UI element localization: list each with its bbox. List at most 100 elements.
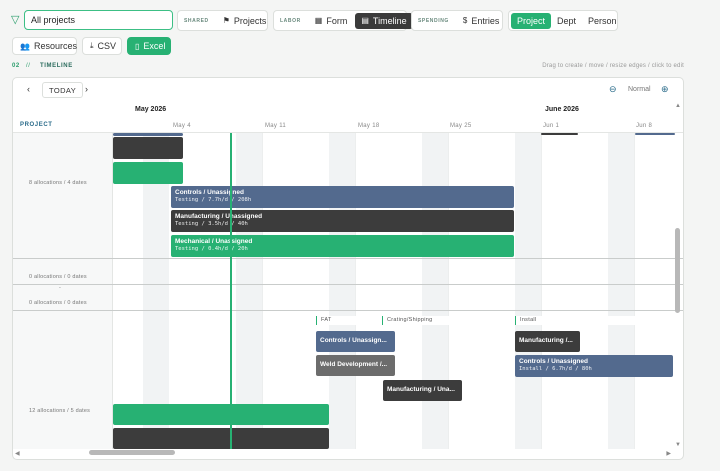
today-button[interactable]: TODAY	[42, 82, 84, 98]
horizontal-scroll-thumb[interactable]	[89, 450, 175, 455]
today-indicator	[230, 133, 232, 449]
week-label: Jun 8	[636, 123, 653, 129]
group-person-button[interactable]: Person	[582, 13, 623, 29]
section-title: TIMELINE	[40, 63, 73, 69]
week-divider	[262, 133, 263, 449]
allocation-bar[interactable]: Weld Development /...	[316, 355, 395, 376]
allocation-bar[interactable]	[113, 162, 183, 184]
section-number: 02	[12, 63, 20, 69]
milestone-marker[interactable]: FAT	[316, 316, 380, 325]
filter-icon[interactable]: ▽	[11, 14, 23, 26]
row-summary: 8 allocations / 4 dates	[29, 180, 87, 186]
allocation-bar[interactable]: Manufacturing /...	[515, 331, 580, 352]
allocation-bar[interactable]: Mechanical / Unassigned Testing / 0.4h/d…	[171, 235, 514, 257]
vertical-scrollbar[interactable]: ▲ ▼	[675, 103, 681, 448]
bar-title: Controls / Unassign...	[320, 337, 387, 344]
entries-button[interactable]: $ Entries	[457, 13, 505, 29]
week-label: May 4	[173, 123, 191, 129]
horizontal-scrollbar[interactable]: ◀ ▶	[13, 447, 683, 459]
top-toolbar: ▽ All projects SHARED ⚑ Projects LABOR ▦ F…	[0, 0, 720, 72]
bar-title: Manufacturing / Una...	[387, 386, 455, 393]
section-hint: Drag to create / move / resize edges / c…	[542, 63, 684, 69]
spending-group: SPENDING $ Entries	[411, 10, 503, 31]
zoom-out-icon[interactable]: ⊖	[609, 84, 617, 95]
allocation-bar[interactable]	[113, 137, 183, 159]
timeline-toolbar: ‹ TODAY › ⊖ Normal ⊕	[13, 78, 683, 103]
flag-icon: ⚑	[222, 16, 230, 25]
group-dept-button[interactable]: Dept	[551, 13, 582, 29]
project-filter-input[interactable]: All projects	[24, 10, 173, 30]
column-header: PROJECT May 4 May 11 May 18 May 25 Jun 1…	[13, 117, 683, 133]
milestone-marker[interactable]: Install	[515, 316, 675, 325]
group-project-button[interactable]: Project	[511, 12, 552, 29]
week-divider	[634, 133, 635, 449]
form-button[interactable]: ▦ Form	[309, 13, 354, 29]
bar-detail: Testing / 0.4h/d / 20h	[175, 246, 248, 252]
row-summary: -	[59, 285, 62, 291]
next-button[interactable]: ›	[85, 84, 88, 94]
allocation-bar[interactable]	[635, 133, 675, 135]
allocation-bar[interactable]: Controls / Unassign...	[316, 331, 395, 352]
timeline-label: Timeline	[372, 15, 407, 26]
scroll-left-icon[interactable]: ◀	[15, 450, 20, 457]
prev-button[interactable]: ‹	[27, 84, 30, 94]
spending-label: SPENDING	[418, 17, 449, 24]
row-summary: 0 allocations / 0 dates	[29, 300, 87, 306]
form-label: Form	[326, 15, 348, 26]
zoom-level: Normal	[628, 86, 651, 93]
allocation-bar[interactable]	[113, 404, 329, 425]
excel-button[interactable]: ▯ Excel	[127, 37, 171, 55]
file-icon: ▯	[135, 41, 140, 51]
scroll-up-icon[interactable]: ▲	[675, 103, 681, 109]
allocation-bar[interactable]	[541, 133, 578, 135]
projects-button[interactable]: ⚑ Projects	[217, 13, 273, 29]
scroll-down-icon[interactable]: ▼	[675, 442, 681, 448]
month-label: May 2026	[135, 106, 167, 113]
csv-button[interactable]: ⤓ CSV	[82, 37, 122, 55]
row-divider	[13, 284, 683, 285]
csv-label: CSV	[97, 41, 117, 51]
entries-label: Entries	[471, 15, 500, 26]
dollar-icon: $	[462, 16, 468, 25]
week-divider	[448, 133, 449, 449]
labor-group: LABOR ▦ Form ▤ Timeline	[273, 10, 413, 31]
timeline-button[interactable]: ▤ Timeline	[355, 12, 413, 29]
bar-title: Controls / Unassigned	[519, 358, 588, 365]
timeline-grid[interactable]: 8 allocations / 4 dates 0 allocations / …	[13, 133, 683, 449]
shared-group: SHARED ⚑ Projects	[177, 10, 268, 31]
labor-label: LABOR	[280, 17, 301, 24]
row-divider	[13, 258, 683, 259]
week-divider	[541, 133, 542, 449]
weekend-stripe	[515, 133, 541, 449]
week-label: May 18	[358, 123, 380, 129]
weekend-stripe	[236, 133, 262, 449]
timeline-panel: ‹ TODAY › ⊖ Normal ⊕ May 2026 June 2026 …	[12, 77, 684, 460]
projects-label: Projects	[233, 15, 267, 26]
allocation-bar[interactable]	[113, 133, 183, 136]
row-summary: 0 allocations / 0 dates	[29, 274, 87, 280]
month-label: June 2026	[545, 106, 579, 113]
allocation-bar[interactable]	[113, 428, 329, 449]
excel-label: Excel	[143, 41, 166, 51]
week-label: May 25	[450, 123, 472, 129]
allocation-bar[interactable]: Manufacturing / Una...	[383, 380, 462, 401]
bar-detail: Testing / 3.5h/d / 40h	[175, 221, 248, 227]
allocation-bar[interactable]: Controls / Unassigned Install / 6.7h/d /…	[515, 355, 673, 377]
vertical-scroll-thumb[interactable]	[675, 228, 680, 313]
scroll-right-icon[interactable]: ▶	[666, 450, 671, 457]
calendar-icon: ▤	[361, 16, 369, 25]
bar-title: Weld Development /...	[320, 361, 388, 368]
bar-detail: Install / 6.7h/d / 80h	[519, 366, 592, 372]
week-divider	[355, 133, 356, 449]
shared-label: SHARED	[184, 17, 209, 24]
allocation-bar[interactable]: Controls / Unassigned Testing / 7.7h/d /…	[171, 186, 514, 208]
allocation-bar[interactable]: Manufacturing / Unassigned Testing / 3.5…	[171, 210, 514, 232]
grid-icon: ▦	[314, 16, 323, 25]
section-slash: //	[26, 63, 31, 69]
section-header: 02 // TIMELINE Drag to create / move / r…	[0, 63, 720, 75]
milestone-marker[interactable]: Crating/Shipping	[382, 316, 461, 325]
bar-title: Mechanical / Unassigned	[175, 238, 253, 245]
month-row: May 2026 June 2026	[113, 103, 673, 117]
resources-button[interactable]: 👥 Resources	[12, 37, 77, 55]
zoom-in-icon[interactable]: ⊕	[661, 84, 669, 95]
